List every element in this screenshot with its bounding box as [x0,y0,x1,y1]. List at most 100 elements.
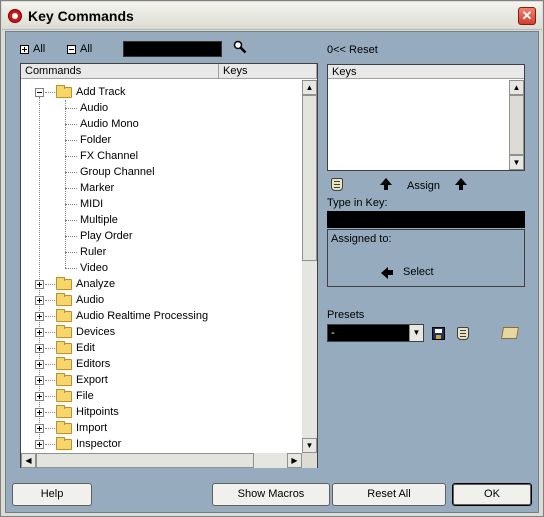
tree-vertical-scrollbar[interactable]: ▲ ▼ [302,80,317,453]
collapse-all-button[interactable]: All [67,43,92,55]
keys-vertical-scrollbar[interactable]: ▲ ▼ [509,80,524,170]
expand-icon[interactable] [35,376,44,385]
tree-line [65,268,77,269]
expand-icon[interactable] [35,392,44,401]
save-icon[interactable] [432,327,445,340]
command-item[interactable]: Play Order [21,228,301,244]
reset-all-button[interactable]: Reset All [332,483,446,506]
command-item[interactable]: FX Channel [21,148,301,164]
tree-line [45,332,55,333]
tree-line [65,156,77,157]
expand-icon[interactable] [35,408,44,417]
command-label: Multiple [80,214,118,226]
category-folder[interactable]: Analyze [21,276,301,292]
category-folder[interactable]: Hitpoints [21,404,301,420]
command-label: Marker [80,182,115,194]
open-folder-icon[interactable] [500,327,520,339]
keys-list[interactable]: Keys ▲ ▼ [327,64,525,171]
keys-column-header[interactable]: Keys [219,64,317,79]
folder-icon [56,309,72,322]
command-item[interactable]: MIDI [21,196,301,212]
chevron-down-icon[interactable]: ▼ [409,325,423,341]
folder-icon [56,85,72,98]
category-folder[interactable]: Devices [21,324,301,340]
category-folder[interactable]: Audio [21,292,301,308]
expand-all-label: All [33,43,46,55]
expand-icon[interactable] [35,360,44,369]
tree-body: Add Track Audio Audio Mono Folder FX Channel… [21,80,302,453]
category-folder[interactable]: Import [21,420,301,436]
expand-icon[interactable] [35,344,44,353]
expand-icon[interactable] [35,296,44,305]
commands-column-header[interactable]: Commands [21,64,219,79]
tree-line [45,92,55,93]
scroll-thumb[interactable] [302,95,317,261]
show-macros-button[interactable]: Show Macros [212,483,330,506]
scroll-up-button[interactable]: ▲ [302,80,317,95]
title-bar[interactable]: Key Commands ✕ [2,2,542,30]
magnifier-icon[interactable] [233,40,247,54]
category-label: Audio [76,294,105,306]
arrow-up-icon[interactable] [380,178,392,190]
arrow-left-icon[interactable] [381,267,388,279]
minus-box-icon [67,44,76,54]
presets-dropdown[interactable]: - ▼ [327,324,424,342]
arrow-up-icon[interactable] [455,178,467,190]
type-in-key-field[interactable] [327,211,525,228]
command-item[interactable]: Marker [21,180,301,196]
keys-scroll-up-button[interactable]: ▲ [509,80,524,95]
expand-icon[interactable] [35,440,44,449]
category-folder[interactable]: Edit [21,340,301,356]
search-input[interactable] [123,41,222,57]
expand-icon[interactable] [35,424,44,433]
command-item[interactable]: Multiple [21,212,301,228]
command-label: Audio Mono [80,118,139,130]
category-label: Editors [76,358,111,370]
category-folder[interactable]: Audio Realtime Processing [21,308,301,324]
scroll-down-button[interactable]: ▼ [302,438,317,453]
keys-scroll-track[interactable] [509,95,524,155]
tree-header: Commands Keys [21,64,317,79]
command-item[interactable]: Ruler [21,244,301,260]
command-item[interactable]: Audio Mono [21,116,301,132]
command-item[interactable]: Group Channel [21,164,301,180]
expand-all-button[interactable]: All [20,43,45,55]
assign-label[interactable]: Assign [407,180,440,192]
trash-icon[interactable] [457,327,469,340]
expand-icon[interactable] [35,312,44,321]
expand-icon[interactable] [35,328,44,337]
select-label[interactable]: Select [403,266,434,278]
category-folder[interactable]: File [21,388,301,404]
category-folder[interactable]: Add Track [21,84,301,100]
keys-scroll-down-button[interactable]: ▼ [509,155,524,170]
presets-selected-value: - [331,327,335,339]
tree-line [65,108,77,109]
command-item[interactable]: Folder [21,132,301,148]
tree-line [45,300,55,301]
command-label: Audio [80,102,109,114]
tree-horizontal-scrollbar[interactable]: ◀ ▶ [21,453,302,468]
category-folder[interactable]: Inspector [21,436,301,452]
arrow-left-shaft [388,270,393,275]
tree-line [65,236,77,237]
tree-line [65,172,77,173]
scroll-left-button[interactable]: ◀ [21,453,36,468]
folder-icon [56,405,72,418]
category-label: Edit [76,342,95,354]
command-label: Video [80,262,108,274]
reset-button[interactable]: 0<< Reset [327,44,378,56]
scroll-corner [302,453,317,468]
command-item[interactable]: Audio [21,100,301,116]
help-button[interactable]: Help [12,483,92,506]
trash-icon[interactable] [331,178,343,191]
horizontal-scroll-thumb[interactable] [36,453,254,468]
scroll-right-button[interactable]: ▶ [287,453,302,468]
command-item[interactable]: Video [21,260,301,276]
category-folder[interactable]: Export [21,372,301,388]
commands-tree[interactable]: Commands Keys Add Track Audio Audio Mono Fo… [20,63,318,468]
close-button[interactable]: ✕ [518,7,536,25]
category-folder[interactable]: Editors [21,356,301,372]
collapse-icon[interactable] [35,88,44,97]
expand-icon[interactable] [35,280,44,289]
ok-button[interactable]: OK [452,483,532,506]
